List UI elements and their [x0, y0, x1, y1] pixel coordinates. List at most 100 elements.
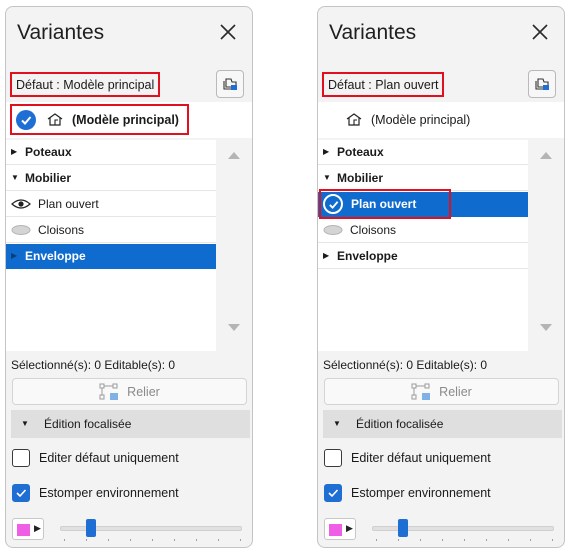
tree-scrollbar[interactable]: [216, 140, 252, 351]
edit-default-only-option[interactable]: Editer défaut uniquement: [12, 448, 252, 470]
color-swatch: [17, 524, 30, 536]
option-label: Estomper environnement: [39, 486, 179, 500]
option-label: Editer défaut uniquement: [39, 451, 179, 465]
section-title: Édition focalisée: [44, 417, 132, 431]
active-check-icon[interactable]: [323, 194, 343, 214]
panel-header: Variantes: [318, 7, 564, 63]
expand-arrow-icon[interactable]: ▶: [323, 140, 333, 164]
tree-item-plan-ouvert[interactable]: Plan ouvert: [318, 189, 528, 219]
hidden-oval-icon[interactable]: [323, 224, 343, 236]
tree-group-mobilier[interactable]: ▼ Mobilier: [318, 166, 528, 191]
collapse-arrow-icon[interactable]: ▼: [323, 166, 333, 190]
house-outline-icon: [346, 113, 362, 126]
color-picker-button[interactable]: ▶: [12, 518, 44, 540]
tree-group-enveloppe[interactable]: ▶ Enveloppe: [6, 244, 216, 269]
variants-panel-right: Variantes Défaut : Plan ouvert (Modèle p…: [317, 6, 565, 548]
tree-scrollbar[interactable]: [528, 140, 564, 351]
main-model-inactive: (Modèle principal): [342, 104, 478, 135]
close-icon[interactable]: [530, 22, 550, 42]
relier-button[interactable]: Relier: [324, 378, 559, 405]
dropdown-arrow-icon: ▶: [34, 523, 41, 533]
dropdown-arrow-icon: ▶: [346, 523, 353, 533]
checkbox[interactable]: [324, 449, 342, 467]
selection-status: Sélectionné(s): 0 Editable(s): 0: [323, 358, 488, 372]
option-label: Editer défaut uniquement: [351, 451, 491, 465]
link-nodes-icon: [411, 383, 431, 400]
variant-tree: ▶ Poteaux ▼ Mobilier Plan ouvert Cloison…: [6, 140, 217, 351]
scroll-up-arrow-icon[interactable]: [540, 152, 552, 159]
slider-ticks: [64, 539, 242, 542]
link-nodes-icon: [99, 383, 119, 400]
group-label: Poteaux: [25, 145, 72, 159]
expand-arrow-icon[interactable]: ▶: [11, 244, 21, 268]
main-model-row[interactable]: (Modèle principal): [318, 102, 564, 138]
hidden-oval-icon[interactable]: [11, 224, 31, 236]
variant-manager-button[interactable]: [528, 70, 556, 98]
tree-group-mobilier[interactable]: ▼ Mobilier: [6, 166, 216, 191]
slider-ticks: [376, 539, 554, 542]
folder-layers-icon: [223, 78, 237, 90]
checkbox-checked[interactable]: [12, 484, 30, 502]
variant-manager-button[interactable]: [216, 70, 244, 98]
panel-header: Variantes: [6, 7, 252, 63]
scroll-down-arrow-icon[interactable]: [228, 324, 240, 331]
eye-icon[interactable]: [11, 198, 31, 210]
collapse-arrow-icon[interactable]: ▼: [333, 410, 341, 438]
selection-status: Sélectionné(s): 0 Editable(s): 0: [11, 358, 176, 372]
relier-button[interactable]: Relier: [12, 378, 247, 405]
tree-item-plan-ouvert[interactable]: Plan ouvert: [6, 192, 216, 217]
collapse-arrow-icon[interactable]: ▼: [11, 166, 21, 190]
tree-group-poteaux[interactable]: ▶ Poteaux: [6, 140, 216, 165]
expand-arrow-icon[interactable]: ▶: [11, 140, 21, 164]
checkbox-checked[interactable]: [324, 484, 342, 502]
expand-arrow-icon[interactable]: ▶: [323, 244, 333, 268]
default-variant-label: Défaut : Plan ouvert: [322, 72, 445, 97]
group-label: Mobilier: [337, 171, 384, 185]
panel-title: Variantes: [17, 21, 105, 44]
default-variant-label: Défaut : Modèle principal: [10, 72, 161, 97]
panel-title: Variantes: [329, 21, 417, 44]
focused-edit-section[interactable]: ▼ Édition focalisée: [11, 410, 250, 438]
dim-controls: ▶: [12, 518, 248, 542]
color-swatch: [329, 524, 342, 536]
group-label: Mobilier: [25, 171, 72, 185]
collapse-arrow-icon[interactable]: ▼: [21, 410, 29, 438]
group-label: Enveloppe: [25, 249, 86, 263]
close-icon[interactable]: [218, 22, 238, 42]
main-model-row[interactable]: (Modèle principal): [6, 102, 252, 138]
edit-default-only-option[interactable]: Editer défaut uniquement: [324, 448, 564, 470]
option-label: Estomper environnement: [351, 486, 491, 500]
default-row: Défaut : Plan ouvert: [318, 69, 564, 99]
default-row: Défaut : Modèle principal: [6, 69, 252, 99]
group-label: Enveloppe: [337, 249, 398, 263]
dim-controls: ▶: [324, 518, 560, 542]
checkbox[interactable]: [12, 449, 30, 467]
dim-environment-option[interactable]: Estomper environnement: [324, 483, 564, 505]
tree-group-enveloppe[interactable]: ▶ Enveloppe: [318, 244, 528, 269]
section-title: Édition focalisée: [356, 417, 444, 431]
tree-item-cloisons[interactable]: Cloisons: [318, 218, 528, 243]
house-outline-icon: [47, 113, 63, 126]
focused-edit-section[interactable]: ▼ Édition focalisée: [323, 410, 562, 438]
color-picker-button[interactable]: ▶: [324, 518, 356, 540]
variant-tree: ▶ Poteaux ▼ Mobilier Plan ouvert Cloison…: [318, 140, 529, 351]
opacity-slider-thumb[interactable]: [86, 519, 96, 537]
main-model-label: (Modèle principal): [72, 112, 179, 127]
item-label: Plan ouvert: [38, 197, 99, 211]
relier-label: Relier: [127, 384, 160, 399]
tree-item-cloisons[interactable]: Cloisons: [6, 218, 216, 243]
scroll-up-arrow-icon[interactable]: [228, 152, 240, 159]
item-label: Plan ouvert: [351, 197, 417, 211]
main-model-active: (Modèle principal): [10, 104, 189, 135]
dim-environment-option[interactable]: Estomper environnement: [12, 483, 252, 505]
item-label: Cloisons: [38, 223, 85, 237]
opacity-slider-thumb[interactable]: [398, 519, 408, 537]
tree-group-poteaux[interactable]: ▶ Poteaux: [318, 140, 528, 165]
relier-label: Relier: [439, 384, 472, 399]
group-label: Poteaux: [337, 145, 384, 159]
variants-panel-left: Variantes Défaut : Modèle principal (Mod…: [5, 6, 253, 548]
scroll-down-arrow-icon[interactable]: [540, 324, 552, 331]
active-check-icon: [16, 109, 36, 130]
item-label: Cloisons: [350, 223, 397, 237]
folder-layers-icon: [535, 78, 549, 90]
